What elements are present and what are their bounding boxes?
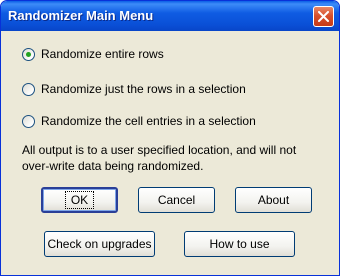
radio-button[interactable] [22, 115, 35, 128]
how-to-use-button[interactable]: How to use [184, 231, 295, 257]
dialog-window: Randomizer Main Menu Randomize entire ro… [0, 0, 340, 276]
close-button[interactable] [313, 6, 334, 27]
ok-button-label: OK [64, 191, 95, 209]
check-upgrades-button[interactable]: Check on upgrades [44, 231, 155, 257]
ok-button[interactable]: OK [41, 187, 118, 213]
close-icon [318, 11, 329, 22]
check-upgrades-button-label: Check on upgrades [47, 237, 152, 251]
option-label[interactable]: Randomize the cell entries in a selectio… [41, 114, 256, 129]
radio-button[interactable] [22, 48, 35, 61]
dialog-client-area: Randomize entire rows Randomize just the… [4, 31, 336, 272]
radio-selected-dot [26, 52, 31, 57]
how-to-use-button-label: How to use [209, 237, 270, 251]
output-note: All output is to a user specified locati… [22, 143, 297, 173]
option-label[interactable]: Randomize entire rows [41, 47, 164, 62]
window-title: Randomizer Main Menu [8, 8, 154, 23]
title-bar[interactable]: Randomizer Main Menu [1, 1, 339, 31]
about-button[interactable]: About [235, 187, 312, 213]
radio-button[interactable] [22, 83, 35, 96]
about-button-label: About [257, 193, 290, 207]
cancel-button-label: Cancel [157, 193, 196, 207]
option-label[interactable]: Randomize just the rows in a selection [41, 82, 246, 97]
cancel-button[interactable]: Cancel [138, 187, 215, 213]
